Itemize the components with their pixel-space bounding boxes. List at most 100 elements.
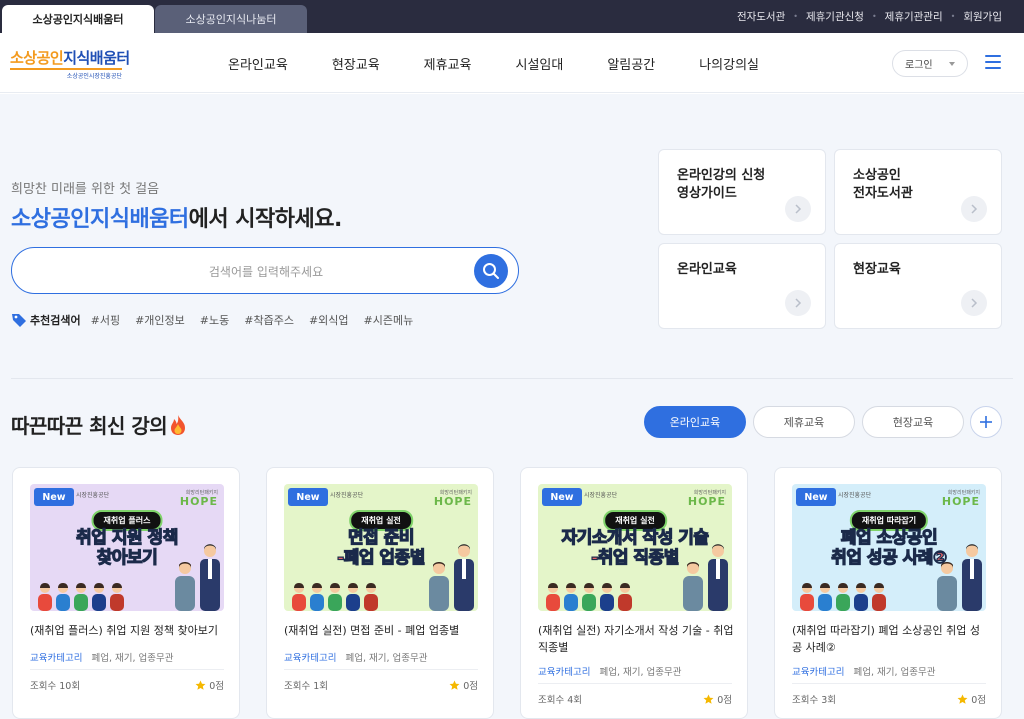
keyword-link[interactable]: #개인정보 <box>135 312 185 328</box>
person-illustration <box>310 583 324 611</box>
view-count: 조회수 3회 <box>792 695 837 706</box>
keyword-link[interactable]: #착즙주스 <box>244 312 294 328</box>
course-title[interactable]: (재취업 실전) 자기소개서 작성 기술 - 취업 직종별 <box>538 622 734 656</box>
link-partner-apply[interactable]: 제휴기관신청 <box>806 9 864 24</box>
course-title[interactable]: (재취업 실전) 면접 준비 - 폐업 업종별 <box>284 622 480 639</box>
chip-online-education[interactable]: 온라인교육 <box>644 406 746 438</box>
plus-icon <box>980 416 992 428</box>
course-card[interactable]: New 시장진흥공단 희망리턴패키지 HOPE 재취업 실전 자기소개서 작성 … <box>520 467 748 719</box>
recommended-keywords: 추천검색어 #서핑 #개인정보 #노동 #착즙주스 #외식업 #시즌메뉴 <box>11 312 428 328</box>
person-illustration <box>454 544 474 611</box>
quick-card-e-library[interactable]: 소상공인 전자도서관 <box>834 149 1002 235</box>
star-icon <box>957 694 968 704</box>
nav-facility-rental[interactable]: 시설임대 <box>516 54 564 73</box>
person-illustration <box>564 583 578 611</box>
person-illustration <box>56 583 70 611</box>
nav-my-classroom[interactable]: 나의강의실 <box>699 54 759 73</box>
keyword-link[interactable]: #노동 <box>200 312 229 328</box>
view-count: 조회수 10회 <box>30 681 81 692</box>
card-divider <box>284 669 478 670</box>
course-thumbnail[interactable]: New 시장진흥공단 희망리턴패키지 HOPE 재취업 따라잡기 폐업 소상공인… <box>792 484 986 611</box>
tab-knowledge-sharing[interactable]: 소상공인지식나눔터 <box>155 5 307 33</box>
person-illustration <box>346 583 360 611</box>
tag-icon <box>12 314 26 327</box>
thumb-headline-line1: 취업 지원 정책 <box>76 527 179 548</box>
arrow-right-icon <box>961 196 987 222</box>
course-card[interactable]: New 시장진흥공단 희망리턴패키지 HOPE 재취업 따라잡기 폐업 소상공인… <box>774 467 1002 719</box>
course-tags: 폐업, 재기, 업종무관 <box>853 667 936 678</box>
arrow-right-icon <box>785 290 811 316</box>
hamburger-menu-icon[interactable] <box>985 55 1001 69</box>
course-footer: 조회수 4회 0점 <box>538 692 732 706</box>
card-divider <box>30 669 224 670</box>
course-card[interactable]: New 시장진흥공단 희망리턴패키지 HOPE 재취업 플러스 취업 지원 정책… <box>12 467 240 719</box>
link-partner-manage[interactable]: 제휴기관관리 <box>885 9 943 24</box>
person-illustration <box>38 583 52 611</box>
person-illustration <box>962 544 982 611</box>
main-header: 소상공인지식배움터 소상공인시장진흥공단 온라인교육 현장교육 제휴교육 시설임… <box>0 33 1024 93</box>
view-count: 조회수 1회 <box>284 681 329 692</box>
search-button[interactable] <box>474 254 508 288</box>
person-illustration <box>92 583 106 611</box>
search-icon <box>483 263 499 279</box>
hope-text: HOPE <box>687 495 726 508</box>
nav-notice-space[interactable]: 알림공간 <box>607 54 655 73</box>
thumb-headline-line2: 취업 성공 사례② <box>831 547 948 568</box>
person-illustration <box>328 583 342 611</box>
login-button[interactable]: 로그인 <box>892 50 968 77</box>
course-tags: 폐업, 재기, 업종무관 <box>91 653 174 664</box>
nav-partner-education[interactable]: 제휴교육 <box>424 54 472 73</box>
fire-icon <box>171 415 186 435</box>
tab-knowledge-school[interactable]: 소상공인지식배움터 <box>2 5 154 33</box>
new-badge: New <box>288 488 328 506</box>
nav-field-education[interactable]: 현장교육 <box>332 54 380 73</box>
logo-text-blue: 지식배움터 <box>63 49 130 67</box>
more-button[interactable] <box>970 406 1002 438</box>
course-category-label: 교육카테고리 <box>30 653 83 664</box>
person-illustration <box>836 583 850 611</box>
keyword-link[interactable]: #서핑 <box>91 312 120 328</box>
person-illustration <box>618 583 632 611</box>
section-title-text: 따끈따끈 최신 강의 <box>11 414 168 438</box>
link-signup[interactable]: 회원가입 <box>963 9 1002 24</box>
rating: 0점 <box>195 678 224 692</box>
course-meta: 교육카테고리 폐업, 재기, 업종무관 <box>792 664 935 678</box>
person-illustration <box>854 583 868 611</box>
keyword-link[interactable]: #외식업 <box>309 312 349 328</box>
hope-text: HOPE <box>179 495 218 508</box>
rating-score: 0점 <box>971 695 986 706</box>
nav-online-education[interactable]: 온라인교육 <box>228 54 288 73</box>
quick-card-online-education[interactable]: 온라인교육 <box>658 243 826 329</box>
hope-logo: 희망리턴패키지 HOPE <box>688 489 726 507</box>
hero-subtitle: 희망찬 미래를 위한 첫 걸음 <box>11 182 160 197</box>
keyword-link[interactable]: #시즌메뉴 <box>364 312 414 328</box>
person-illustration <box>937 562 957 611</box>
logo-subtext: 소상공인시장진흥공단 <box>66 73 122 80</box>
hero-title: 소상공인지식배움터에서 시작하세요. <box>11 201 342 233</box>
section-title: 따끈따끈 최신 강의 <box>11 410 187 439</box>
chip-field-education[interactable]: 현장교육 <box>862 406 964 438</box>
course-category-label: 교육카테고리 <box>792 667 845 678</box>
person-illustration <box>800 583 814 611</box>
course-title[interactable]: (재취업 따라잡기) 폐업 소상공인 취업 성공 사례② <box>792 622 988 656</box>
quick-card-field-education[interactable]: 현장교육 <box>834 243 1002 329</box>
star-icon <box>449 680 460 690</box>
course-thumbnail[interactable]: New 시장진흥공단 희망리턴패키지 HOPE 재취업 실전 자기소개서 작성 … <box>538 484 732 611</box>
hero-title-rest: 에서 시작하세요. <box>188 207 343 232</box>
site-logo[interactable]: 소상공인지식배움터 소상공인시장진흥공단 <box>10 49 130 81</box>
course-thumbnail[interactable]: New 시장진흥공단 희망리턴패키지 HOPE 재취업 실전 면접 준비 -폐업… <box>284 484 478 611</box>
course-tags: 폐업, 재기, 업종무관 <box>345 653 428 664</box>
course-card[interactable]: New 시장진흥공단 희망리턴패키지 HOPE 재취업 실전 면접 준비 -폐업… <box>266 467 494 719</box>
quick-card-video-guide[interactable]: 온라인강의 신청 영상가이드 <box>658 149 826 235</box>
hope-logo: 희망리턴패키지 HOPE <box>942 489 980 507</box>
search-input[interactable]: 검색어를 입력해주세요 <box>12 263 520 280</box>
chip-partner-education[interactable]: 제휴교육 <box>753 406 855 438</box>
course-title[interactable]: (재취업 플러스) 취업 지원 정책 찾아보기 <box>30 622 226 639</box>
course-thumbnail[interactable]: New 시장진흥공단 희망리턴패키지 HOPE 재취업 플러스 취업 지원 정책… <box>30 484 224 611</box>
top-links: 전자도서관 • 제휴기관신청 • 제휴기관관리 • 회원가입 <box>737 0 1002 33</box>
course-meta: 교육카테고리 폐업, 재기, 업종무관 <box>284 650 427 664</box>
logo-underline <box>10 68 122 70</box>
link-e-library[interactable]: 전자도서관 <box>737 9 785 24</box>
thumb-org: 시장진흥공단 <box>76 492 110 499</box>
search-box[interactable]: 검색어를 입력해주세요 <box>11 247 519 294</box>
